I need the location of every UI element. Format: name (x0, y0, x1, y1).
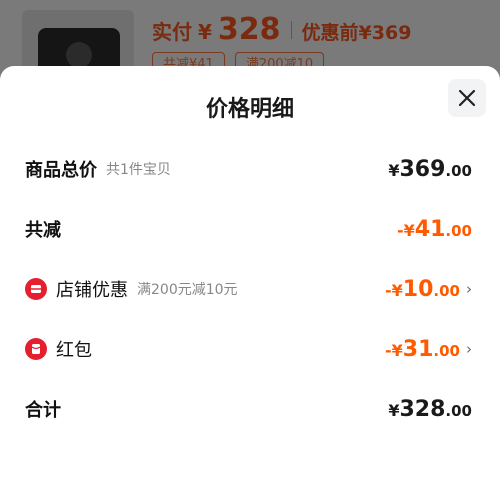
amount-integer: 41 (414, 216, 446, 242)
sheet-title: 价格明细 (205, 97, 294, 122)
red-packet-icon (25, 338, 47, 360)
row-amount: -¥ 10 .00 › (385, 277, 472, 302)
amount-decimal: .00 (433, 281, 460, 300)
close-icon (458, 89, 476, 107)
price-line: 实付 ¥ 328 优惠前¥369 (152, 12, 411, 47)
paid-value: 328 (217, 12, 281, 47)
shop-coupon-icon (25, 278, 47, 300)
amount-prefix: ¥ (388, 160, 400, 180)
amount-integer: 369 (399, 156, 446, 182)
row-red-packet[interactable]: 红包 -¥ 31 .00 › (25, 329, 472, 369)
row-amount: -¥ 31 .00 › (385, 337, 472, 362)
original-price: 优惠前¥369 (301, 22, 412, 44)
row-amount: ¥ 369 .00 (388, 157, 472, 182)
row-label: 商品总价 (25, 160, 97, 181)
row-shop-discount[interactable]: 店铺优惠 满200元减10元 -¥ 10 .00 › (25, 269, 472, 309)
paid-currency: ¥ (198, 20, 212, 44)
price-detail-sheet: 价格明细 商品总价 共1件宝贝 ¥ 369 .00 共减 -¥ 41 .00 店… (0, 66, 500, 500)
price-divider (290, 20, 292, 39)
row-grand-total: 合计 ¥ 328 .00 (25, 389, 472, 429)
amount-prefix: -¥ (385, 280, 403, 300)
row-amount: ¥ 328 .00 (388, 397, 472, 422)
amount-decimal: .00 (445, 161, 472, 180)
product-image (22, 10, 134, 72)
amount-prefix: ¥ (388, 400, 400, 420)
amount-integer: 328 (399, 396, 446, 422)
row-total-reduction: 共减 -¥ 41 .00 (25, 209, 472, 249)
row-sub: 满200元减10元 (137, 282, 238, 298)
row-label: 共减 (25, 220, 61, 241)
amount-decimal: .00 (445, 221, 472, 240)
row-label: 红包 (56, 340, 92, 361)
amount-prefix: -¥ (385, 340, 403, 360)
row-sub: 共1件宝贝 (106, 162, 171, 178)
row-label: 合计 (25, 400, 61, 421)
chevron-right-icon: › (466, 280, 472, 298)
amount-decimal: .00 (445, 401, 472, 420)
paid-label: 实付 (152, 20, 192, 44)
amount-prefix: -¥ (397, 220, 415, 240)
row-amount: -¥ 41 .00 (397, 217, 472, 242)
amount-integer: 10 (402, 276, 434, 302)
amount-integer: 31 (402, 336, 434, 362)
chevron-right-icon: › (466, 340, 472, 358)
close-button[interactable] (448, 79, 486, 117)
row-label: 店铺优惠 (56, 280, 128, 301)
amount-decimal: .00 (433, 341, 460, 360)
row-goods-total: 商品总价 共1件宝贝 ¥ 369 .00 (25, 149, 472, 189)
